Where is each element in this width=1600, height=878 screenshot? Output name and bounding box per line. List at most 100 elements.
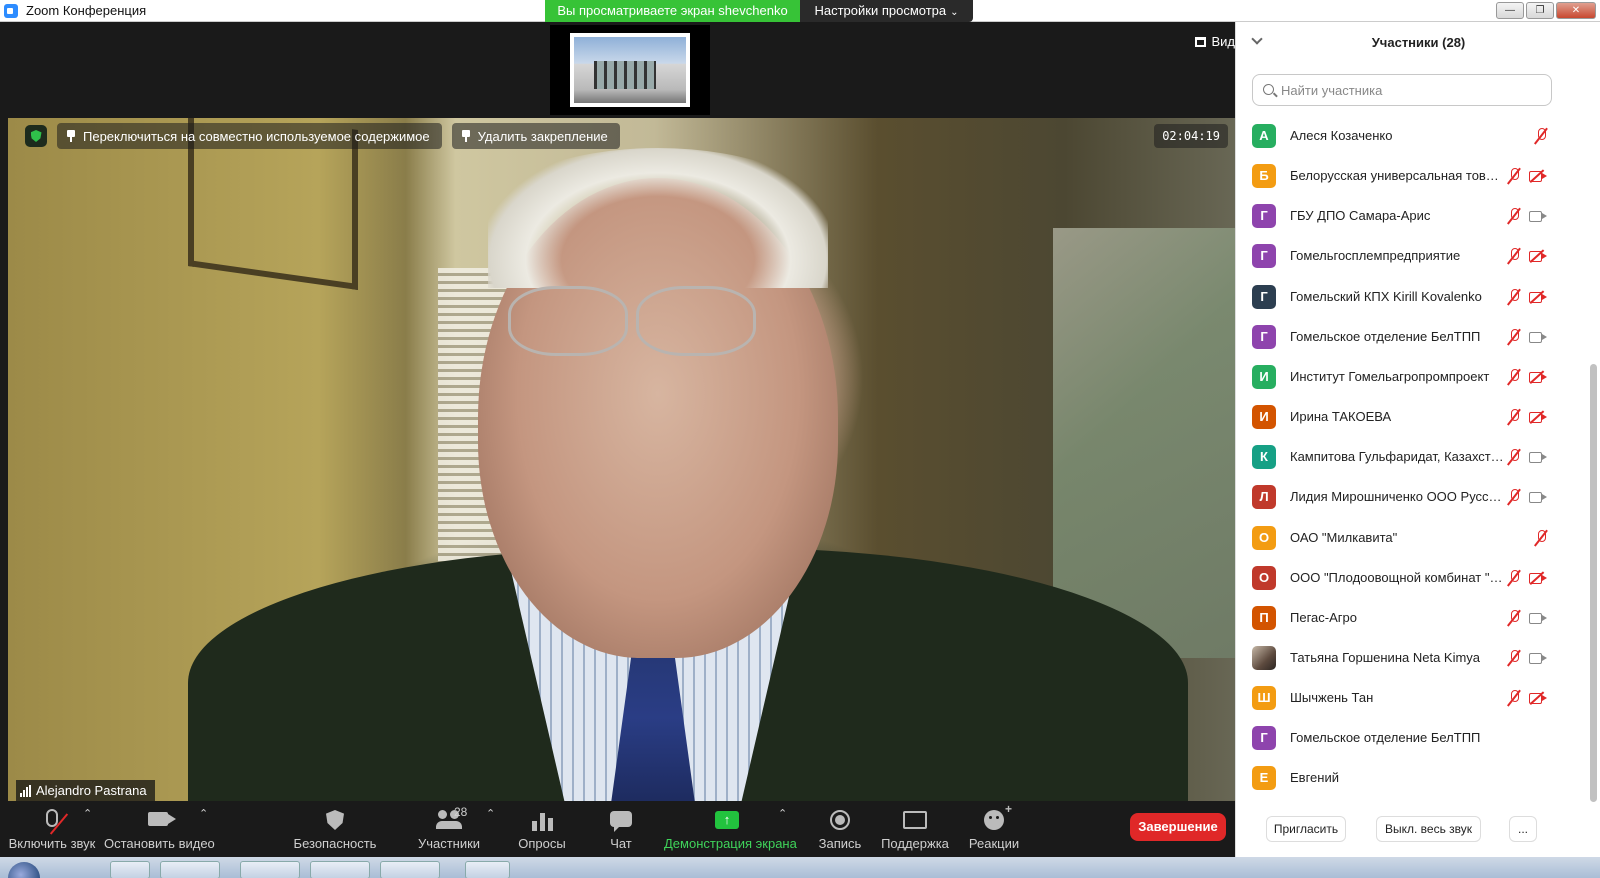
participant-row[interactable]: И Институт Гомельагропромпроект xyxy=(1236,357,1566,397)
minimize-button[interactable]: — xyxy=(1496,2,1524,19)
view-label: Вид xyxy=(1211,34,1235,49)
shared-screen-thumbnail[interactable] xyxy=(550,25,710,115)
pin-icon xyxy=(461,130,470,142)
microphone-muted-icon xyxy=(1507,288,1521,305)
participant-name: Гомельское отделение БелТПП xyxy=(1290,328,1481,344)
taskbar-button[interactable] xyxy=(310,861,370,878)
participants-scrollbar-thumb[interactable] xyxy=(1590,364,1597,802)
participant-row[interactable]: Г Гомельское отделение БелТПП xyxy=(1236,718,1566,758)
support-screen-icon xyxy=(903,811,927,829)
participant-avatar: О xyxy=(1252,565,1276,590)
participant-name: Гомельский КПХ Kirill Kovalenko xyxy=(1290,288,1482,304)
microphone-muted-icon xyxy=(1507,248,1521,264)
participant-row[interactable]: Г Гомельский КПХ Kirill Kovalenko xyxy=(1236,277,1566,317)
participant-avatar: Г xyxy=(1252,324,1276,349)
participant-avatar: Г xyxy=(1252,284,1276,309)
participants-button[interactable]: 28 Участники xyxy=(404,805,494,853)
polls-icon xyxy=(529,809,555,831)
close-button[interactable]: ✕ xyxy=(1556,2,1596,19)
encryption-shield-icon[interactable] xyxy=(25,125,47,147)
participant-avatar: Г xyxy=(1252,726,1276,751)
participant-row[interactable]: Татьяна Горшенина Neta Kimya xyxy=(1236,638,1566,678)
participant-row[interactable]: Ш Шычжень Тан xyxy=(1236,678,1566,718)
participant-search-input[interactable] xyxy=(1281,82,1541,98)
window-controls: — ❐ ✕ xyxy=(1496,2,1596,19)
record-icon xyxy=(830,810,850,830)
taskbar-button[interactable] xyxy=(380,861,440,878)
participant-row[interactable]: О ОАО "Милкавита" xyxy=(1236,518,1566,558)
participant-name: Татьяна Горшенина Neta Kimya xyxy=(1290,649,1481,665)
participant-row[interactable]: П Пегас-Агро xyxy=(1236,598,1566,638)
participant-row[interactable]: Г Гомельгосплемпредприятие xyxy=(1236,236,1566,276)
video-camera-icon xyxy=(1529,331,1547,343)
microphone-muted-icon xyxy=(1507,168,1521,184)
participant-row[interactable]: Л Лидия Мирошниченко ООО Русский продукт xyxy=(1236,477,1566,517)
participant-avatar: И xyxy=(1252,364,1276,389)
video-area: Вид Переключиться на совместно используе… xyxy=(0,22,1255,818)
chat-button[interactable]: Чат xyxy=(596,805,646,853)
share-screen-arrow-icon: ↑ xyxy=(715,811,739,829)
taskbar-button[interactable] xyxy=(160,861,220,878)
participant-row[interactable]: Г Гомельское отделение БелТПП xyxy=(1236,317,1566,357)
share-options-caret-icon[interactable]: ⌃ xyxy=(778,807,787,820)
security-button[interactable]: Безопасность xyxy=(290,805,380,853)
taskbar-button[interactable] xyxy=(465,861,510,878)
video-off-icon xyxy=(1529,371,1547,383)
participant-avatar: О xyxy=(1252,525,1276,550)
video-top-bar: Переключиться на совместно используемое … xyxy=(16,118,1232,154)
video-camera-icon xyxy=(1529,652,1547,664)
pin-icon xyxy=(67,130,75,142)
start-orb-icon[interactable] xyxy=(8,862,40,878)
video-off-icon xyxy=(1529,411,1547,424)
share-screen-button[interactable]: ↑ Демонстрация экрана xyxy=(664,805,797,853)
participant-row[interactable]: К Кампитова Гульфаридат, Казахстан xyxy=(1236,437,1566,477)
video-camera-icon xyxy=(1529,612,1547,624)
polls-button[interactable]: Опросы xyxy=(512,805,572,853)
participants-options-caret-icon[interactable]: ⌃ xyxy=(486,807,495,820)
reactions-button[interactable]: Реакции xyxy=(966,802,1022,853)
taskbar-button[interactable] xyxy=(110,861,150,878)
participant-avatar: Е xyxy=(1252,766,1276,791)
microphone-muted-icon xyxy=(1534,128,1548,144)
participant-avatar: Л xyxy=(1252,485,1276,510)
microphone-muted-icon xyxy=(1534,529,1548,546)
restore-button[interactable]: ❐ xyxy=(1526,2,1554,19)
more-options-button[interactable]: ... xyxy=(1509,816,1537,842)
search-icon xyxy=(1263,84,1274,95)
taskbar-button[interactable] xyxy=(240,861,300,878)
participant-row[interactable]: И Ирина ТАКОЕВА xyxy=(1236,397,1566,437)
audio-options-caret-icon[interactable]: ⌃ xyxy=(83,807,92,820)
participants-count: 28 xyxy=(454,805,468,819)
viewing-screen-banner: Вы просматриваете экран shevchenko xyxy=(545,0,800,22)
participant-name: Институт Гомельагропромпроект xyxy=(1290,368,1490,384)
switch-shared-label: Переключиться на совместно используемое … xyxy=(83,128,430,144)
video-off-icon xyxy=(1529,692,1547,705)
participant-avatar: П xyxy=(1252,605,1276,630)
microphone-muted-icon xyxy=(1507,208,1521,224)
participant-row[interactable]: Е Евгений xyxy=(1236,758,1566,798)
unpin-button[interactable]: Удалить закрепление xyxy=(451,123,620,149)
switch-to-shared-content-button[interactable]: Переключиться на совместно используемое … xyxy=(57,123,442,149)
chevron-down-icon: ⌄ xyxy=(950,7,959,18)
participant-name: Белорусская универсальная товарная биржа xyxy=(1290,168,1505,184)
participant-row[interactable]: О ООО "Плодоовощной комбинат "Агро" xyxy=(1236,558,1566,598)
support-button[interactable]: Поддержка xyxy=(880,805,950,853)
participant-search-field[interactable] xyxy=(1252,74,1552,106)
participant-row[interactable]: Г ГБУ ДПО Самара-Арис xyxy=(1236,196,1566,236)
microphone-muted-icon xyxy=(1507,569,1521,586)
view-button[interactable]: Вид xyxy=(1195,34,1235,49)
view-options-button[interactable]: Настройки просмотра ⌄ xyxy=(800,0,973,22)
participant-row[interactable]: Б Белорусская универсальная товарная бирж… xyxy=(1236,156,1566,196)
microphone-muted-icon xyxy=(1507,409,1521,425)
participant-row[interactable]: А Алеся Козаченко xyxy=(1236,116,1566,156)
video-options-caret-icon[interactable]: ⌃ xyxy=(199,807,208,820)
os-taskbar xyxy=(0,857,1600,878)
invite-button[interactable]: Пригласить xyxy=(1266,816,1346,842)
record-button[interactable]: Запись xyxy=(810,805,870,853)
mute-all-button[interactable]: Выкл. весь звук xyxy=(1376,816,1481,842)
stop-video-button[interactable]: Остановить видео xyxy=(104,805,215,853)
video-camera-icon xyxy=(148,812,176,826)
chat-bubble-icon xyxy=(610,811,632,832)
participant-name: Ирина ТАКОЕВА xyxy=(1290,409,1392,425)
end-meeting-button[interactable]: Завершение xyxy=(1130,813,1226,841)
